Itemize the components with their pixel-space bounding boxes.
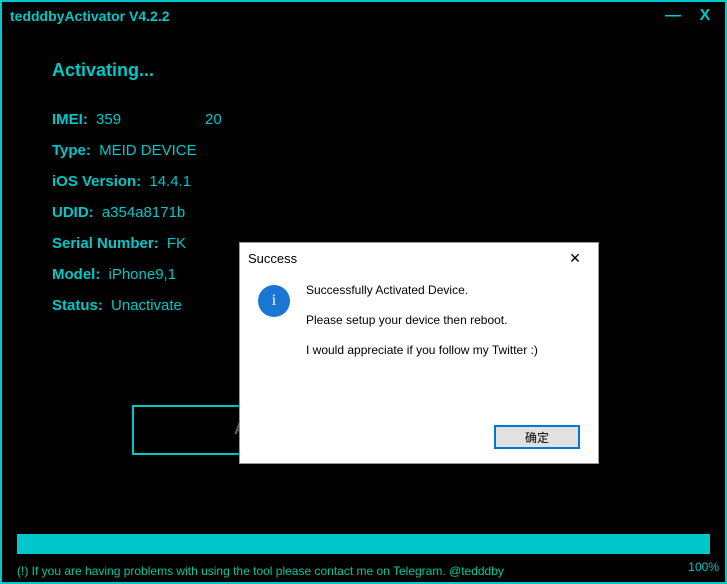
- udid-row: UDID: a354a8171b: [52, 204, 675, 221]
- ios-value: 14.4.1: [149, 173, 191, 190]
- dialog-body: i Successfully Activated Device. Please …: [240, 273, 598, 383]
- titlebar: tedddbyActivator V4.2.2 — X: [2, 2, 725, 30]
- imei-label: IMEI:: [52, 111, 88, 128]
- dialog-text: Successfully Activated Device. Please se…: [306, 283, 538, 373]
- progress-bar: [17, 534, 710, 554]
- imei-prefix: 359: [96, 111, 121, 128]
- minimize-button[interactable]: —: [661, 7, 685, 25]
- dialog-line-2: Please setup your device then reboot.: [306, 313, 538, 327]
- dialog-footer: 确定: [494, 425, 580, 449]
- dialog-title: Success: [248, 251, 560, 266]
- ok-button[interactable]: 确定: [494, 425, 580, 449]
- dialog-close-button[interactable]: ✕: [560, 250, 590, 267]
- success-dialog: Success ✕ i Successfully Activated Devic…: [239, 242, 599, 464]
- type-label: Type:: [52, 142, 91, 159]
- imei-redacted: [121, 113, 201, 127]
- ios-row: iOS Version: 14.4.1: [52, 173, 675, 190]
- ios-label: iOS Version:: [52, 173, 141, 190]
- dialog-line-3: I would appreciate if you follow my Twit…: [306, 343, 538, 357]
- status-label: Status:: [52, 297, 103, 314]
- type-row: Type: MEID DEVICE: [52, 142, 675, 159]
- serial-value: FK: [167, 235, 186, 252]
- imei-row: IMEI: 359 20: [52, 111, 675, 128]
- model-value: iPhone9,1: [109, 266, 177, 283]
- udid-label: UDID:: [52, 204, 94, 221]
- serial-label: Serial Number:: [52, 235, 159, 252]
- model-label: Model:: [52, 266, 100, 283]
- dialog-titlebar: Success ✕: [240, 243, 598, 273]
- close-button[interactable]: X: [693, 7, 717, 25]
- footer-message: (!) If you are having problems with usin…: [17, 564, 710, 578]
- imei-suffix: 20: [205, 111, 222, 128]
- window-title: tedddbyActivator V4.2.2: [10, 8, 653, 24]
- dialog-line-1: Successfully Activated Device.: [306, 283, 538, 297]
- udid-value: a354a8171b: [102, 204, 185, 221]
- status-value: Unactivate: [111, 297, 182, 314]
- info-icon: i: [258, 285, 290, 317]
- type-value: MEID DEVICE: [99, 142, 197, 159]
- status-heading: Activating...: [52, 60, 675, 81]
